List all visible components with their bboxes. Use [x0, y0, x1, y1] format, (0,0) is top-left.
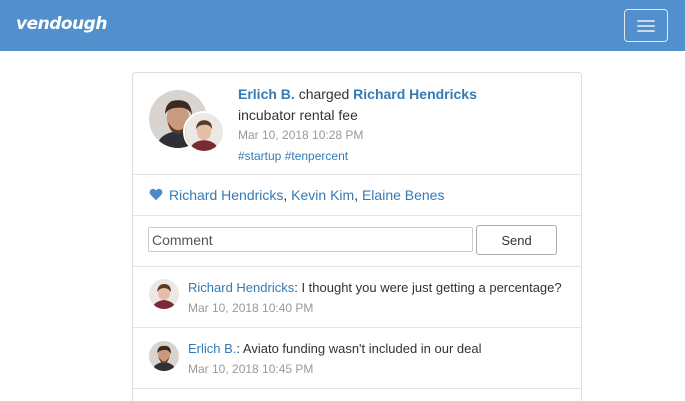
heart-icon[interactable] [149, 188, 163, 201]
transaction-description: incubator rental fee [238, 107, 358, 123]
comment-avatar[interactable] [149, 279, 179, 309]
comment-timestamp: Mar 10, 2018 10:40 PM [188, 301, 314, 315]
divider [133, 266, 581, 267]
divider [133, 174, 581, 175]
target-link[interactable]: Richard Hendricks [353, 86, 477, 102]
comment-body: Richard Hendricks: I thought you were ju… [188, 280, 562, 295]
comment-avatar[interactable] [149, 341, 179, 371]
comment-author-link[interactable]: Erlich B. [188, 341, 236, 356]
comment-timestamp: Mar 10, 2018 10:45 PM [188, 362, 314, 376]
menu-toggle-button[interactable] [624, 9, 668, 42]
like-user-link[interactable]: Richard Hendricks [169, 187, 283, 203]
like-separator: , [283, 187, 292, 203]
send-button[interactable]: Send [476, 225, 557, 255]
hamburger-icon-bar [637, 25, 655, 27]
transaction-card: Erlich B. charged Richard Hendricks incu… [132, 72, 582, 401]
divider [133, 388, 581, 389]
transaction-tags[interactable]: #startup #tenpercent [238, 149, 348, 163]
comment-author-link[interactable]: Richard Hendricks [188, 280, 294, 295]
navbar: vendough [0, 0, 685, 51]
likes-row: Richard Hendricks, Kevin Kim, Elaine Ben… [149, 187, 444, 203]
divider [133, 327, 581, 328]
comment-body: Erlich B.: Aviato funding wasn't include… [188, 341, 482, 356]
like-separator: , [354, 187, 362, 203]
transaction-timestamp: Mar 10, 2018 10:28 PM [238, 128, 364, 142]
comment-text: I thought you were just getting a percen… [297, 280, 562, 295]
brand-logo[interactable]: vendough [16, 14, 107, 34]
like-user-link[interactable]: Kevin Kim [291, 187, 354, 203]
comment-text: Aviato funding wasn't included in our de… [240, 341, 482, 356]
actor-link[interactable]: Erlich B. [238, 86, 295, 102]
hamburger-icon-bar [637, 30, 655, 32]
like-user-link[interactable]: Elaine Benes [362, 187, 445, 203]
transaction-headline: Erlich B. charged Richard Hendricks [238, 86, 477, 102]
target-avatar[interactable] [183, 111, 225, 153]
comment-input[interactable] [148, 227, 473, 252]
hamburger-icon [637, 20, 655, 22]
divider [133, 215, 581, 216]
transaction-verb: charged [298, 86, 350, 102]
